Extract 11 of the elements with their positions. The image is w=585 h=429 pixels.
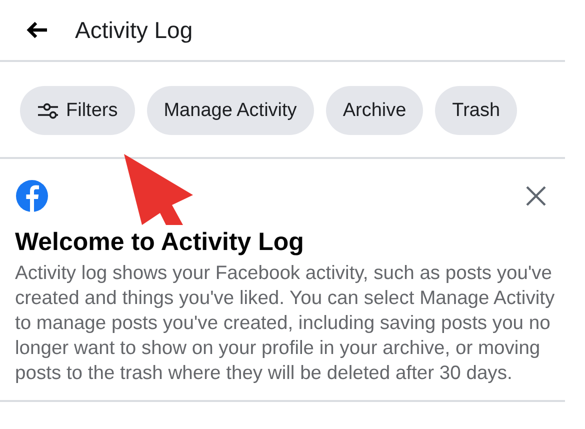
back-arrow-icon[interactable]: [26, 21, 48, 39]
sliders-icon: [37, 102, 59, 120]
close-icon[interactable]: [525, 185, 547, 207]
facebook-logo-icon: [15, 179, 49, 213]
filter-chip[interactable]: Trash: [435, 86, 518, 135]
page-title: Activity Log: [75, 16, 193, 44]
filter-chip[interactable]: Manage Activity: [146, 86, 314, 135]
card-heading: Welcome to Activity Log: [15, 228, 305, 257]
filter-chip[interactable]: Filters: [20, 86, 135, 135]
filter-chip[interactable]: Archive: [326, 86, 424, 135]
card-description: Activity log shows your Facebook activity, such as posts you've created and things you've liked. You can select Manage Activity to manage posts you've created, including saving posts you no longer want to show on your profile in your archive, or moving posts to the trash where they will be deleted after 30 days.: [15, 262, 556, 386]
